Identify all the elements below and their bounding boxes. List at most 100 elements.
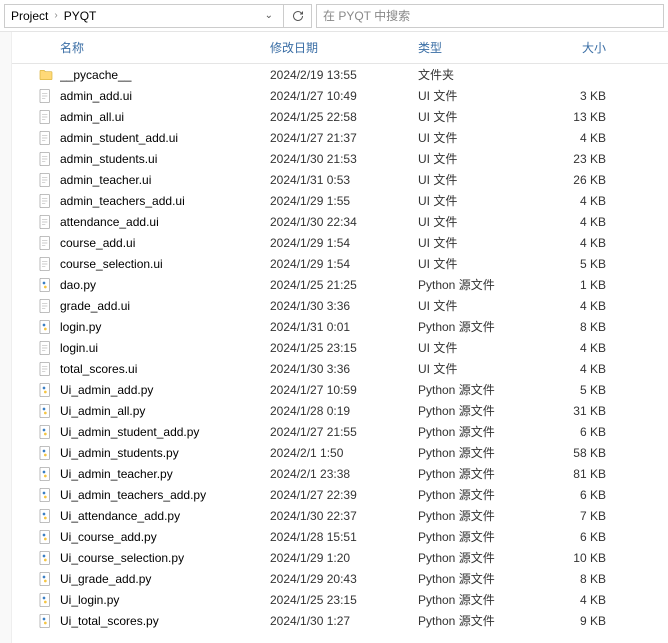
file-size: 4 KB bbox=[538, 362, 628, 376]
file-type: Python 源文件 bbox=[418, 486, 538, 503]
file-date: 2024/1/27 22:39 bbox=[270, 488, 418, 502]
refresh-icon bbox=[292, 10, 304, 22]
file-date: 2024/2/1 1:50 bbox=[270, 446, 418, 460]
python-file-icon bbox=[12, 466, 60, 482]
python-file-icon bbox=[12, 277, 60, 293]
file-date: 2024/1/31 0:53 bbox=[270, 173, 418, 187]
file-row[interactable]: admin_student_add.ui2024/1/27 21:37UI 文件… bbox=[12, 127, 668, 148]
file-row[interactable]: admin_add.ui2024/1/27 10:49UI 文件3 KB bbox=[12, 85, 668, 106]
file-row[interactable]: attendance_add.ui2024/1/30 22:34UI 文件4 K… bbox=[12, 211, 668, 232]
file-size: 5 KB bbox=[538, 257, 628, 271]
file-size: 5 KB bbox=[538, 383, 628, 397]
file-row[interactable]: total_scores.ui2024/1/30 3:36UI 文件4 KB bbox=[12, 358, 668, 379]
file-row[interactable]: Ui_grade_add.py2024/1/29 20:43Python 源文件… bbox=[12, 568, 668, 589]
python-file-icon bbox=[12, 424, 60, 440]
refresh-button[interactable] bbox=[284, 4, 312, 28]
file-type: UI 文件 bbox=[418, 192, 538, 209]
file-type: UI 文件 bbox=[418, 150, 538, 167]
python-file-icon bbox=[12, 487, 60, 503]
file-type: Python 源文件 bbox=[418, 549, 538, 566]
file-row[interactable]: Ui_login.py2024/1/25 23:15Python 源文件4 KB bbox=[12, 589, 668, 610]
file-date: 2024/1/25 23:15 bbox=[270, 341, 418, 355]
file-date: 2024/1/28 0:19 bbox=[270, 404, 418, 418]
chevron-down-icon[interactable]: ⌄ bbox=[261, 10, 277, 21]
file-date: 2024/1/29 1:54 bbox=[270, 236, 418, 250]
file-date: 2024/1/25 23:15 bbox=[270, 593, 418, 607]
file-row[interactable]: Ui_total_scores.py2024/1/30 1:27Python 源… bbox=[12, 610, 668, 631]
file-row[interactable]: Ui_admin_all.py2024/1/28 0:19Python 源文件3… bbox=[12, 400, 668, 421]
python-file-icon bbox=[12, 319, 60, 335]
search-input[interactable]: 在 PYQT 中搜索 bbox=[316, 4, 664, 28]
file-name: dao.py bbox=[60, 278, 270, 292]
file-icon bbox=[12, 298, 60, 314]
python-file-icon bbox=[12, 550, 60, 566]
file-type: Python 源文件 bbox=[418, 528, 538, 545]
file-icon bbox=[12, 193, 60, 209]
nav-tree-stub bbox=[0, 32, 12, 643]
file-size: 81 KB bbox=[538, 467, 628, 481]
file-size: 4 KB bbox=[538, 299, 628, 313]
file-row[interactable]: admin_teachers_add.ui2024/1/29 1:55UI 文件… bbox=[12, 190, 668, 211]
file-pane: 名称 修改日期 类型 大小 __pycache__2024/2/19 13:55… bbox=[12, 32, 668, 643]
file-name: Ui_login.py bbox=[60, 593, 270, 607]
file-type: UI 文件 bbox=[418, 213, 538, 230]
file-row[interactable]: login.ui2024/1/25 23:15UI 文件4 KB bbox=[12, 337, 668, 358]
python-file-icon bbox=[12, 403, 60, 419]
file-row[interactable]: course_selection.ui2024/1/29 1:54UI 文件5 … bbox=[12, 253, 668, 274]
file-row[interactable]: admin_students.ui2024/1/30 21:53UI 文件23 … bbox=[12, 148, 668, 169]
file-name: Ui_admin_student_add.py bbox=[60, 425, 270, 439]
file-row[interactable]: course_add.ui2024/1/29 1:54UI 文件4 KB bbox=[12, 232, 668, 253]
file-name: Ui_attendance_add.py bbox=[60, 509, 270, 523]
file-name: course_add.ui bbox=[60, 236, 270, 250]
file-row[interactable]: Ui_admin_teacher.py2024/2/1 23:38Python … bbox=[12, 463, 668, 484]
file-row[interactable]: Ui_admin_student_add.py2024/1/27 21:55Py… bbox=[12, 421, 668, 442]
file-size: 4 KB bbox=[538, 593, 628, 607]
file-row[interactable]: Ui_admin_add.py2024/1/27 10:59Python 源文件… bbox=[12, 379, 668, 400]
file-icon bbox=[12, 214, 60, 230]
file-size: 4 KB bbox=[538, 236, 628, 250]
chevron-right-icon: › bbox=[54, 10, 57, 21]
file-name: login.py bbox=[60, 320, 270, 334]
file-type: UI 文件 bbox=[418, 339, 538, 356]
file-date: 2024/2/1 23:38 bbox=[270, 467, 418, 481]
file-icon bbox=[12, 340, 60, 356]
file-row[interactable]: admin_teacher.ui2024/1/31 0:53UI 文件26 KB bbox=[12, 169, 668, 190]
file-date: 2024/1/28 15:51 bbox=[270, 530, 418, 544]
file-type: 文件夹 bbox=[418, 66, 538, 83]
breadcrumb[interactable]: Project › PYQT ⌄ bbox=[4, 4, 284, 28]
file-row[interactable]: Ui_attendance_add.py2024/1/30 22:37Pytho… bbox=[12, 505, 668, 526]
breadcrumb-segment[interactable]: PYQT bbox=[64, 9, 97, 23]
python-file-icon bbox=[12, 508, 60, 524]
file-row[interactable]: __pycache__2024/2/19 13:55文件夹 bbox=[12, 64, 668, 85]
file-size: 6 KB bbox=[538, 530, 628, 544]
python-file-icon bbox=[12, 445, 60, 461]
file-icon bbox=[12, 151, 60, 167]
file-row[interactable]: login.py2024/1/31 0:01Python 源文件8 KB bbox=[12, 316, 668, 337]
column-size[interactable]: 大小 bbox=[538, 39, 628, 56]
file-type: UI 文件 bbox=[418, 255, 538, 272]
file-row[interactable]: admin_all.ui2024/1/25 22:58UI 文件13 KB bbox=[12, 106, 668, 127]
file-date: 2024/1/29 1:54 bbox=[270, 257, 418, 271]
file-row[interactable]: grade_add.ui2024/1/30 3:36UI 文件4 KB bbox=[12, 295, 668, 316]
file-icon bbox=[12, 88, 60, 104]
column-name[interactable]: 名称 bbox=[12, 39, 270, 56]
file-type: UI 文件 bbox=[418, 87, 538, 104]
file-type: UI 文件 bbox=[418, 234, 538, 251]
breadcrumb-segment[interactable]: Project bbox=[11, 9, 48, 23]
file-date: 2024/1/27 21:37 bbox=[270, 131, 418, 145]
file-row[interactable]: Ui_course_add.py2024/1/28 15:51Python 源文… bbox=[12, 526, 668, 547]
file-row[interactable]: dao.py2024/1/25 21:25Python 源文件1 KB bbox=[12, 274, 668, 295]
file-size: 9 KB bbox=[538, 614, 628, 628]
column-date[interactable]: 修改日期 bbox=[270, 39, 418, 56]
file-date: 2024/1/29 20:43 bbox=[270, 572, 418, 586]
file-type: Python 源文件 bbox=[418, 402, 538, 419]
file-type: UI 文件 bbox=[418, 360, 538, 377]
file-row[interactable]: Ui_admin_teachers_add.py2024/1/27 22:39P… bbox=[12, 484, 668, 505]
file-name: Ui_course_selection.py bbox=[60, 551, 270, 565]
file-name: Ui_admin_add.py bbox=[60, 383, 270, 397]
file-size: 58 KB bbox=[538, 446, 628, 460]
file-row[interactable]: Ui_admin_students.py2024/2/1 1:50Python … bbox=[12, 442, 668, 463]
column-type[interactable]: 类型 bbox=[418, 39, 538, 56]
file-row[interactable]: Ui_course_selection.py2024/1/29 1:20Pyth… bbox=[12, 547, 668, 568]
file-name: Ui_admin_teachers_add.py bbox=[60, 488, 270, 502]
